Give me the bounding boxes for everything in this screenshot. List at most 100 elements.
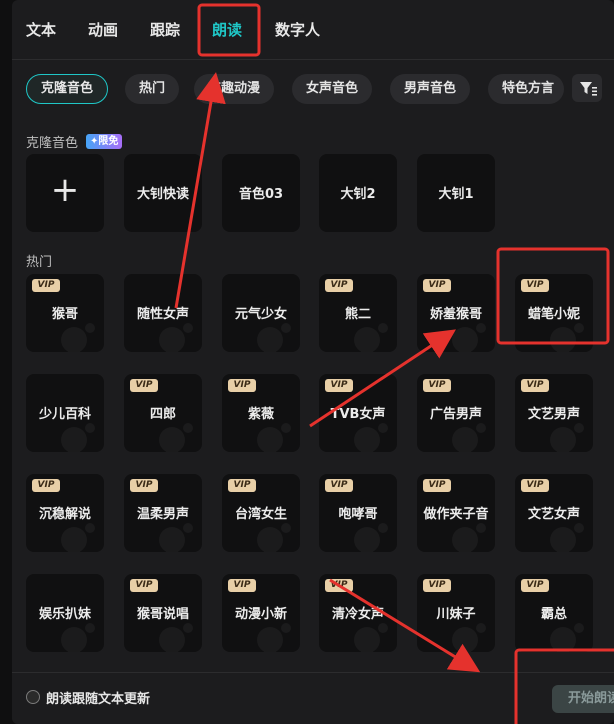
chip-male-voice[interactable]: 男声音色 [390,74,471,104]
clone-voice-card[interactable]: 大钊2 [319,154,397,232]
voice-card[interactable]: 娱乐扒妹 [26,574,104,652]
voice-name: 元气少女 [234,307,287,322]
voice-name: 咆哮哥 [338,507,378,522]
tab-text[interactable]: 文本 [26,18,56,42]
free-limited-badge: ✦限免 [86,134,123,149]
vip-badge: VIP [521,379,549,392]
voice-card[interactable]: VIP TVB女声 [319,374,397,452]
vip-badge: VIP [521,579,549,592]
voice-card[interactable]: VIP 温柔男声 [124,474,202,552]
vip-badge: VIP [228,379,256,392]
chip-dialect[interactable]: 特色方言 [488,74,564,104]
voice-name: 音色03 [238,187,284,202]
voice-card[interactable]: VIP 霸总 [515,574,593,652]
vip-badge: VIP [521,279,549,292]
voice-card[interactable]: VIP 清冷女声 [319,574,397,652]
tab-tracking[interactable]: 跟踪 [150,18,180,42]
voice-card[interactable]: 元气少女 [222,274,300,352]
voice-card[interactable]: VIP 文艺女声 [515,474,593,552]
vip-badge: VIP [130,379,158,392]
voice-card[interactable]: VIP 台湾女生 [222,474,300,552]
vip-badge: VIP [130,579,158,592]
clone-voice-card[interactable]: 大钊快读 [124,154,202,232]
tab-read-aloud[interactable]: 朗读 [212,18,242,42]
voice-name: 台湾女生 [234,507,287,522]
voice-card[interactable]: VIP 熊二 [319,274,397,352]
voice-name: 霸总 [540,607,567,622]
voice-card[interactable]: 随性女声 [124,274,202,352]
vip-badge: VIP [32,479,60,492]
voice-name: TVB女声 [330,407,386,422]
mascot-watermark-icon [550,623,584,652]
voice-card[interactable]: VIP 动漫小新 [222,574,300,652]
mascot-watermark-icon [354,623,388,652]
tab-animation[interactable]: 动画 [88,18,118,42]
voice-name: 猴哥说唱 [136,607,189,622]
chip-clone-voice[interactable]: 克隆音色 [26,74,109,104]
voice-card[interactable]: VIP 蜡笔小妮 [515,274,593,352]
voice-card[interactable]: VIP 猴哥说唱 [124,574,202,652]
mascot-watermark-icon [257,623,291,652]
voice-name: 沉稳解说 [38,507,91,522]
voice-name: 四郎 [149,407,176,422]
vip-badge: VIP [325,579,353,592]
mascot-watermark-icon [550,423,584,452]
vip-badge: VIP [325,379,353,392]
add-clone-voice-button[interactable]: + [26,154,104,232]
top-tab-bar: 文本 动画 跟踪 朗读 数字人 [12,0,614,60]
voice-name: 温柔男声 [136,507,189,522]
mascot-watermark-icon [354,523,388,552]
voice-name: 做作夹子音 [423,507,489,522]
voice-card[interactable]: VIP 娇羞猴哥 [417,274,495,352]
tab-digital-human[interactable]: 数字人 [275,18,320,42]
clone-voice-card[interactable]: 音色03 [222,154,300,232]
mascot-watermark-icon [550,523,584,552]
voice-card[interactable]: VIP 沉稳解说 [26,474,104,552]
mascot-watermark-icon [61,323,95,352]
clone-voice-card[interactable]: 大钊1 [417,154,495,232]
filter-button[interactable] [572,74,602,102]
voice-name: 动漫小新 [234,607,287,622]
voice-name: 文艺女声 [527,507,580,522]
mascot-watermark-icon [61,623,95,652]
chip-fun-anime[interactable]: 有趣动漫 [194,74,275,104]
voice-name: 娱乐扒妹 [38,607,91,622]
mascot-watermark-icon [550,323,584,352]
voice-card[interactable]: VIP 川妹子 [417,574,495,652]
mascot-watermark-icon [452,523,486,552]
vip-badge: VIP [130,479,158,492]
voice-name: 熊二 [344,307,371,322]
voice-name: 文艺男声 [527,407,580,422]
voice-card[interactable]: VIP 紫薇 [222,374,300,452]
voice-card[interactable]: VIP 咆哮哥 [319,474,397,552]
voice-name: 川妹子 [436,607,476,622]
voice-name: 随性女声 [136,307,189,322]
plus-icon: + [50,170,80,210]
vip-badge: VIP [228,579,256,592]
vip-badge: VIP [325,279,353,292]
follow-text-label: 朗读跟随文本更新 [46,692,151,707]
chip-hot[interactable]: 热门 [125,74,180,104]
voice-card[interactable]: VIP 猴哥 [26,274,104,352]
footer-bar: 朗读跟随文本更新 开始朗读 [12,672,614,724]
mascot-watermark-icon [159,423,193,452]
follow-text-checkbox[interactable] [26,690,40,704]
start-reading-button[interactable]: 开始朗读 [552,685,614,713]
voice-card[interactable]: VIP 做作夹子音 [417,474,495,552]
chip-female-voice[interactable]: 女声音色 [292,74,373,104]
voice-name: 娇羞猴哥 [429,307,482,322]
voice-card[interactable]: VIP 文艺男声 [515,374,593,452]
mascot-watermark-icon [159,323,193,352]
voice-card[interactable]: 少儿百科 [26,374,104,452]
mascot-watermark-icon [354,323,388,352]
voice-name: 大钊1 [438,187,474,202]
vip-badge: VIP [423,279,451,292]
voice-card[interactable]: VIP 四郎 [124,374,202,452]
vip-badge: VIP [228,479,256,492]
voice-card[interactable]: VIP 广告男声 [417,374,495,452]
vip-badge: VIP [423,379,451,392]
hot-section-label: 热门 [26,255,53,270]
mascot-watermark-icon [159,623,193,652]
voice-name: 大钊快读 [136,187,189,202]
voice-name: 猴哥 [51,307,78,322]
